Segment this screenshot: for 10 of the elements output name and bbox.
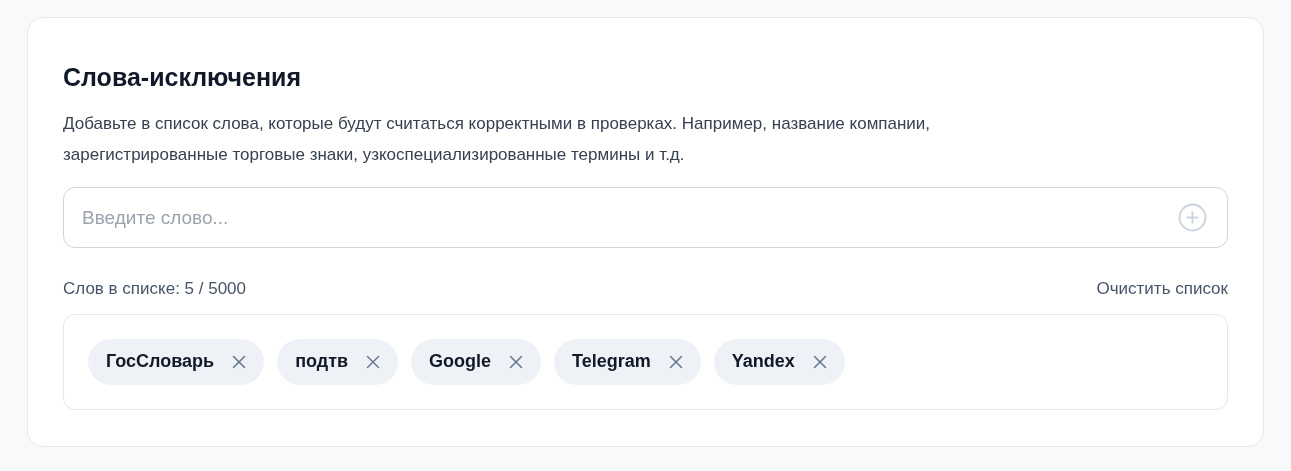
tag-label: подтв: [295, 350, 349, 373]
description-text: Добавьте в список слова, которые будут считаться корректными в проверках. Например, название компании, зарегистрированные торговые знаки, узкоспециализированные термины и т.д.: [63, 113, 932, 166]
word-input-field[interactable]: Введите слово...: [63, 187, 1228, 248]
tag-label: Yandex: [731, 350, 795, 373]
section-title: Слова-исключения: [63, 62, 301, 93]
word-count: Слов в списке: 5 / 5000: [63, 278, 247, 300]
tag-label: Google: [429, 350, 492, 373]
clear-list-link[interactable]: Очистить список: [1096, 276, 1228, 302]
tag-label: ГосСловарь: [106, 350, 215, 373]
tag-label: Telegram: [572, 350, 651, 373]
